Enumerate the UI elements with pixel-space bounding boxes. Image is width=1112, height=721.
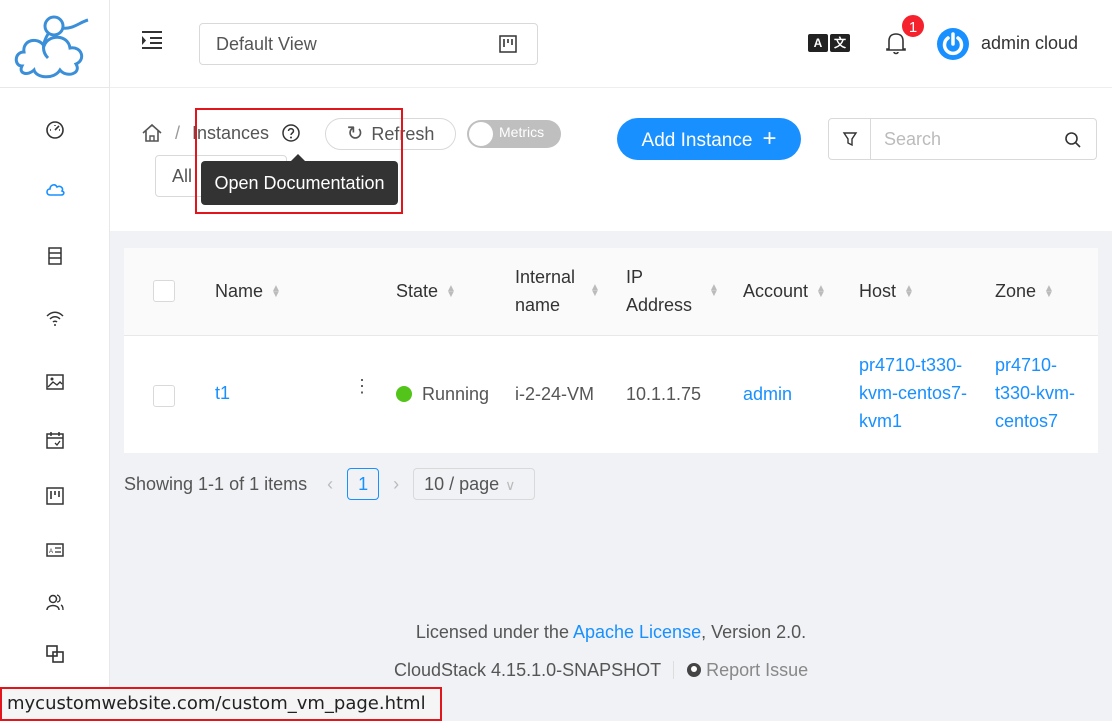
home-icon[interactable] xyxy=(141,122,163,144)
translate-icon[interactable]: A文 xyxy=(808,34,852,54)
column-account[interactable]: Account ▲ ▼ xyxy=(743,277,826,305)
report-issue-link[interactable]: Report Issue xyxy=(686,660,808,680)
dashboard-icon[interactable] xyxy=(43,118,67,142)
ip-address-cell: 10.1.1.75 xyxy=(626,384,702,404)
table-row: t1 ⋮ Running i-2-24-VM 10.1.1.75 admin p… xyxy=(124,337,1098,453)
view-select[interactable]: Default View xyxy=(199,23,538,65)
more-actions-icon[interactable]: ⋮ xyxy=(348,372,376,400)
search-icon[interactable] xyxy=(1064,131,1082,149)
status-dot xyxy=(396,386,412,402)
footer-license: Licensed under the Apache License, Versi… xyxy=(415,622,807,642)
accounts-card-icon[interactable]: A xyxy=(43,538,67,562)
github-icon xyxy=(687,663,702,677)
apache-license-link[interactable]: Apache License xyxy=(573,622,701,642)
logo[interactable] xyxy=(0,0,110,88)
metrics-toggle[interactable]: Metrics xyxy=(467,120,561,148)
sort-icon: ▲ ▼ xyxy=(904,283,914,301)
add-instance-button[interactable]: Add Instance + xyxy=(617,118,801,160)
notification-badge: 1 xyxy=(900,13,926,39)
column-state[interactable]: State ▲ ▼ xyxy=(396,277,456,305)
add-instance-label: Add Instance xyxy=(641,130,753,151)
instances-table: Name ▲ ▼ State ▲ ▼ Internal name ▲ ▼ IP Address… xyxy=(124,248,1098,453)
column-name[interactable]: Name ▲ ▼ xyxy=(215,277,281,305)
infrastructure-icon[interactable] xyxy=(43,642,67,666)
chevron-down-icon: ∨ xyxy=(505,477,516,493)
project-icon xyxy=(499,35,517,53)
host-link[interactable]: pr4710-t330- kvm-centos7- kvm1 xyxy=(859,351,967,435)
select-all-checkbox[interactable] xyxy=(153,280,175,302)
table-header: Name ▲ ▼ State ▲ ▼ Internal name ▲ ▼ IP Address… xyxy=(124,248,1098,336)
sidebar: A xyxy=(0,0,110,721)
sort-icon[interactable]: ▲ ▼ xyxy=(590,283,600,299)
metrics-label: Metrics xyxy=(499,124,545,140)
prev-page-icon[interactable]: ‹ xyxy=(327,474,333,495)
image-icon[interactable] xyxy=(43,370,67,394)
header: Default View A文 1 admin cloud xyxy=(110,0,1112,88)
column-internal-name[interactable]: Internal name xyxy=(515,263,575,319)
internal-name-cell: i-2-24-VM xyxy=(515,384,595,404)
column-zone[interactable]: Zone ▲ ▼ xyxy=(995,277,1054,305)
sort-icon[interactable]: ▲ ▼ xyxy=(709,283,719,299)
sort-icon: ▲ ▼ xyxy=(816,283,826,301)
search-input[interactable] xyxy=(884,119,1054,159)
network-wifi-icon[interactable] xyxy=(43,306,67,330)
sort-icon: ▲ ▼ xyxy=(271,283,281,301)
view-select-value: Default View xyxy=(216,34,317,54)
sort-icon: ▲ ▼ xyxy=(446,283,456,301)
highlight-box xyxy=(195,108,403,214)
product-version: CloudStack 4.15.1.0-SNAPSHOT xyxy=(394,660,662,680)
instance-name-link[interactable]: t1 xyxy=(215,379,230,407)
cloud-monkey-logo-icon xyxy=(14,15,89,79)
column-host[interactable]: Host ▲ ▼ xyxy=(859,277,914,305)
footer-version: CloudStack 4.15.1.0-SNAPSHOT Report Issue xyxy=(394,660,808,681)
pagination-summary: Showing 1-1 of 1 items xyxy=(124,473,308,494)
projects-icon[interactable] xyxy=(43,484,67,508)
account-link[interactable]: admin xyxy=(743,380,792,408)
filter-button[interactable] xyxy=(828,118,871,160)
menu-fold-icon[interactable] xyxy=(141,30,163,50)
instance-state: Running xyxy=(396,380,489,408)
filter-icon xyxy=(842,132,857,147)
events-calendar-icon[interactable] xyxy=(43,428,67,452)
sort-icon: ▲ ▼ xyxy=(1044,283,1054,301)
plus-icon: + xyxy=(762,125,777,152)
browser-status-url: mycustomwebsite.com/custom_vm_page.html xyxy=(0,687,442,721)
user-avatar[interactable] xyxy=(937,28,969,60)
cloud-compute-icon[interactable] xyxy=(43,178,67,202)
toggle-knob xyxy=(469,122,493,146)
page-size-select[interactable]: 10 / page ∨ xyxy=(413,468,536,500)
next-page-icon[interactable]: › xyxy=(393,474,399,495)
storage-icon[interactable] xyxy=(43,244,67,268)
svg-text:A: A xyxy=(49,549,53,555)
column-ip-address[interactable]: IP Address xyxy=(626,263,692,319)
user-name[interactable]: admin cloud xyxy=(981,33,1078,54)
search-box xyxy=(870,118,1097,160)
row-checkbox[interactable] xyxy=(153,385,175,407)
zone-link[interactable]: pr4710- t330-kvm-centos7 xyxy=(995,351,1075,435)
users-icon[interactable] xyxy=(43,590,67,614)
breadcrumb-separator: / xyxy=(175,122,181,143)
pagination: Showing 1-1 of 1 items ‹ 1 › 10 / page ∨ xyxy=(124,468,536,500)
page-1-button[interactable]: 1 xyxy=(347,468,380,500)
